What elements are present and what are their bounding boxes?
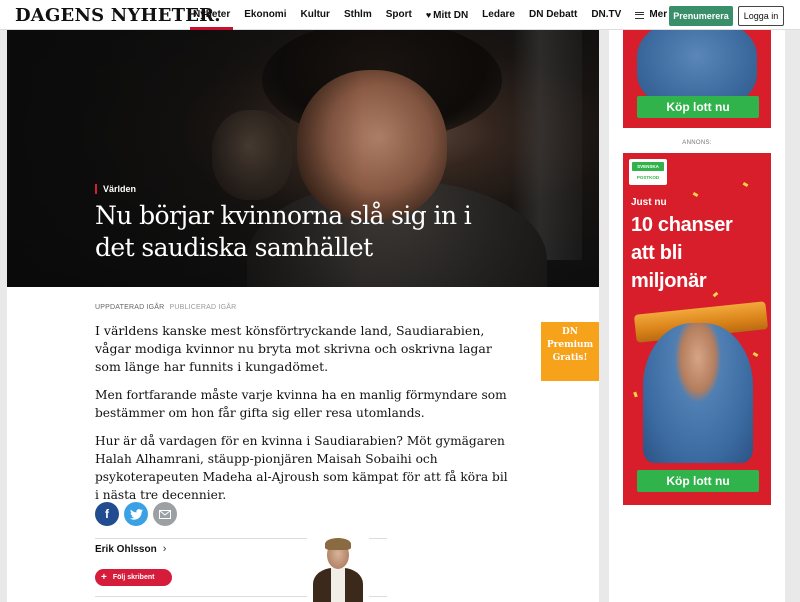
facebook-icon[interactable]: f [95,502,119,526]
author-link[interactable]: Erik Ohlsson › [95,543,166,555]
nav-item-ledare[interactable]: Ledare [475,0,522,30]
ad-buy-button[interactable]: Köp lott nu [637,470,759,492]
article-kicker[interactable]: Världen [95,184,136,194]
lottery-ad[interactable]: SVENSKA POSTKOD Just nu 10 chanser att b… [623,153,771,505]
ad-headline-line: miljonär [631,270,707,292]
sidebar: Köp lott nu ANNONS: SVENSKA POSTKOD Just… [609,30,785,602]
menu-button[interactable]: Mer [628,0,674,30]
nav-item-nyheter[interactable]: Nyheter [186,0,237,30]
ad-top-buy-button[interactable]: Köp lott nu [637,96,759,118]
confetti [742,181,749,188]
top-navigation-bar: DAGENS NYHETER. Nyheter Ekonomi Kultur S… [0,0,800,30]
ad-intro: Just nu [631,197,667,208]
confetti [752,351,759,358]
dn-premium-badge[interactable]: DN Premium Gratis! [541,322,599,381]
login-button[interactable]: Logga in [738,6,784,26]
chevron-right-icon: › [162,543,167,555]
ad-headline-line: att bli [631,242,683,264]
nav-item-ekonomi[interactable]: Ekonomi [237,0,293,30]
premium-line-3: Gratis! [552,353,588,363]
mail-icon[interactable] [153,502,177,526]
lottery-ad-top[interactable]: Köp lott nu [623,30,771,128]
subscribe-button[interactable]: Prenumerera [669,6,733,26]
author-name: Erik Ohlsson [95,543,157,555]
main-nav: Nyheter Ekonomi Kultur Sthlm Sport ♥ Mitt… [186,0,674,30]
article-meta: UPPDATERAD IGÅR PUBLICERAD IGÅR [95,304,236,311]
follow-author-button[interactable]: + Följ skribent [95,569,172,586]
article-lead-paragraph: I världens kanske mest könsförtryckande … [95,323,492,374]
article-body: I världens kanske mest könsförtryckande … [95,322,515,514]
logo-line-top: SVENSKA [632,162,664,171]
share-buttons: f [95,502,177,526]
menu-label: Mer [649,9,668,20]
hero-image[interactable]: Världen Nu börjar kvinnorna slå sig in i… [7,30,599,287]
article-paragraph: Men fortfarande måste varje kvinna ha en… [95,388,507,420]
follow-label: Följ skribent [112,574,155,581]
confetti [692,191,699,198]
ad-person-image [643,323,753,463]
author-avatar[interactable] [307,538,369,602]
avatar-shirt [331,568,345,602]
nav-item-kultur[interactable]: Kultur [293,0,336,30]
nav-item-sthlm[interactable]: Sthlm [337,0,379,30]
ad-headline: 10 chanser att bli miljonär [631,211,771,295]
article-headline: Nu börjar kvinnorna slå sig in i det sau… [95,201,472,262]
nav-item-mitt-dn[interactable]: ♥ Mitt DN [419,0,475,30]
published-label: PUBLICERAD IGÅR [169,304,237,311]
heart-icon: ♥ [425,10,432,20]
avatar-hair [325,538,351,550]
postkod-lotteriet-logo: SVENSKA POSTKOD [629,159,667,185]
plus-icon: + [101,571,107,583]
twitter-icon[interactable] [124,502,148,526]
nav-item-sport[interactable]: Sport [379,0,419,30]
ad-headline-line: 10 chanser [631,214,733,236]
page: DAGENS NYHETER. Nyheter Ekonomi Kultur S… [0,0,800,602]
logo-line-bottom: POSTKOD [636,175,660,180]
confetti [712,291,719,298]
article-paragraph: Hur är då vardagen för en kvinna i Saudi… [95,434,508,502]
ad-label: ANNONS: [682,140,712,146]
premium-line-1: DN [561,327,579,337]
updated-label: UPPDATERAD IGÅR [95,304,165,311]
nav-item-dn-tv[interactable]: DN.TV [584,0,628,30]
nav-item-mitt-dn-label: Mitt DN [433,10,469,21]
nav-item-dn-debatt[interactable]: DN Debatt [522,0,584,30]
article-column: Världen Nu börjar kvinnorna slå sig in i… [7,30,599,602]
premium-line-2: Premium [546,340,594,350]
hamburger-icon [635,11,645,19]
confetti [633,391,638,398]
